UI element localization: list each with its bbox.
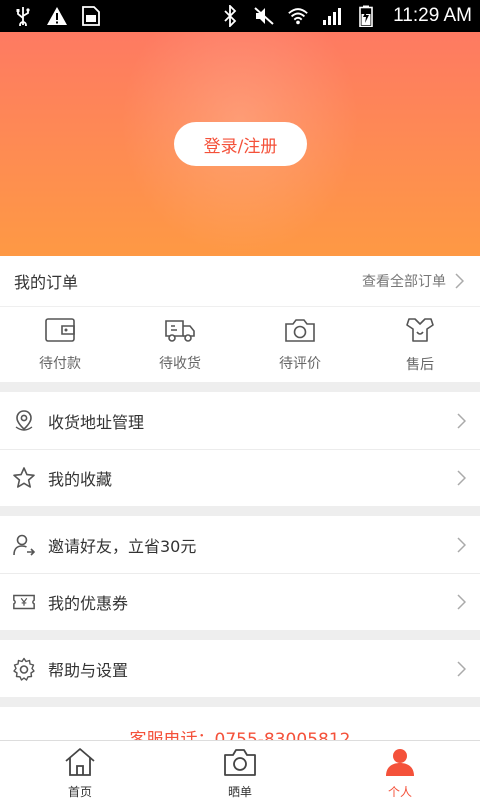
- pending-review-button[interactable]: 待评价: [240, 307, 360, 382]
- truck-icon: [163, 317, 197, 347]
- pending-receipt-button[interactable]: 待收货: [120, 307, 240, 382]
- battery-charging-icon: [355, 5, 377, 27]
- menu-group-promotions: 邀请好友，立省30元 我的优惠券: [0, 516, 480, 630]
- invite-user-icon: [12, 533, 36, 557]
- pending-receipt-label: 待收货: [159, 355, 201, 372]
- tab-home-label: 首页: [67, 785, 92, 799]
- my-orders-card: 我的订单 查看全部订单 待付款 待收货 待评价 售后: [0, 256, 480, 382]
- after-sales-button[interactable]: 售后: [360, 307, 480, 382]
- bluetooth-icon: [219, 5, 241, 27]
- tab-home[interactable]: 首页: [0, 741, 160, 800]
- camera-icon: [223, 747, 257, 781]
- gear-icon: [12, 657, 36, 681]
- pending-payment-label: 待付款: [39, 355, 81, 372]
- chevron-right-icon: [456, 593, 468, 611]
- favorites-item[interactable]: 我的收藏: [0, 449, 480, 506]
- invite-friends-item[interactable]: 邀请好友，立省30元: [0, 516, 480, 573]
- tab-share-label: 晒单: [227, 785, 252, 799]
- address-management-label: 收货地址管理: [48, 412, 145, 432]
- tab-share[interactable]: 晒单: [160, 741, 320, 800]
- signal-icon: [321, 6, 343, 26]
- status-time: 11:29 AM: [393, 5, 472, 26]
- view-all-orders-label: 查看全部订单: [362, 274, 446, 290]
- orders-title: 我的订单: [14, 273, 79, 292]
- invite-friends-label: 邀请好友，立省30元: [48, 536, 197, 556]
- chevron-right-icon: [456, 412, 468, 430]
- menu-group-account: 收货地址管理 我的收藏: [0, 392, 480, 506]
- coupon-icon: [12, 590, 36, 614]
- after-sales-label: 售后: [406, 356, 434, 373]
- menu-group-help: 帮助与设置: [0, 640, 480, 697]
- wallet-icon: [44, 317, 76, 347]
- help-settings-item[interactable]: 帮助与设置: [0, 640, 480, 697]
- coupons-label: 我的优惠券: [48, 594, 129, 613]
- coupons-item[interactable]: 我的优惠券: [0, 573, 480, 630]
- bottom-tab-bar: 首页 晒单 个人: [0, 740, 480, 800]
- help-settings-label: 帮助与设置: [48, 660, 129, 680]
- camera-icon: [284, 317, 316, 347]
- home-icon: [63, 747, 97, 781]
- wifi-icon: [287, 6, 309, 26]
- pending-review-label: 待评价: [279, 355, 321, 372]
- address-management-item[interactable]: 收货地址管理: [0, 392, 480, 449]
- chevron-right-icon: [454, 272, 466, 290]
- tab-profile-label: 个人: [387, 785, 412, 799]
- location-pin-icon: [12, 409, 36, 433]
- favorites-label: 我的收藏: [48, 470, 113, 489]
- pending-payment-button[interactable]: 待付款: [0, 307, 120, 382]
- usb-icon: [12, 6, 34, 26]
- star-icon: [12, 466, 36, 490]
- profile-header: 登录/注册: [0, 32, 480, 256]
- mute-icon: [253, 6, 275, 26]
- person-icon: [383, 747, 417, 781]
- tab-profile[interactable]: 个人: [320, 741, 480, 800]
- login-register-button[interactable]: 登录/注册: [174, 122, 307, 166]
- order-status-grid: 待付款 待收货 待评价 售后: [0, 307, 480, 382]
- customer-service-hotline[interactable]: 客服电话：0755-83005812: [0, 707, 480, 743]
- chevron-right-icon: [456, 469, 468, 487]
- chevron-right-icon: [456, 660, 468, 678]
- warning-icon: [46, 6, 68, 26]
- chevron-right-icon: [456, 536, 468, 554]
- orders-header: 我的订单 查看全部订单: [0, 256, 480, 307]
- sim-card-icon: [80, 6, 102, 26]
- status-bar: 11:29 AM: [0, 0, 480, 32]
- view-all-orders-link[interactable]: 查看全部订单: [362, 271, 466, 291]
- wrench-icon: [405, 316, 435, 348]
